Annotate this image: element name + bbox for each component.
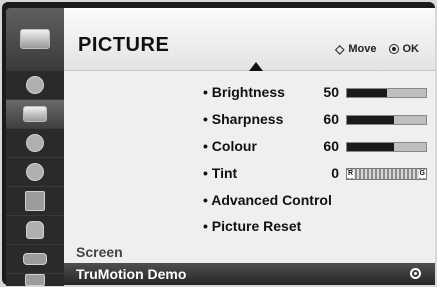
screen-section-label[interactable]: Screen	[76, 244, 123, 260]
setting-tint[interactable]: • Tint	[203, 165, 237, 181]
sharpness-bar	[346, 115, 427, 125]
tint-bar: R G	[346, 168, 427, 180]
menu-header: PICTURE ◇ Move OK	[64, 8, 435, 71]
content-area: PICTURE ◇ Move OK • Brightness 50 • Shar…	[64, 8, 435, 285]
brightness-bar-fill	[347, 89, 387, 97]
setting-advanced-control[interactable]: • Advanced Control	[203, 192, 332, 208]
sidebar-item-time[interactable]	[6, 157, 64, 186]
setting-brightness[interactable]: • Brightness	[203, 84, 285, 100]
sidebar-item-lock[interactable]	[6, 215, 64, 244]
tv-icon	[20, 29, 50, 49]
sharpness-value: 60	[323, 111, 339, 127]
colour-bar-fill	[347, 143, 395, 151]
menu-frame: PICTURE ◇ Move OK • Brightness 50 • Shar…	[2, 2, 435, 286]
ok-label: OK	[402, 43, 420, 55]
brightness-bar	[346, 88, 427, 98]
ok-button-icon	[388, 44, 399, 54]
audio-icon	[26, 134, 44, 152]
sidebar-item-channel[interactable]	[6, 70, 64, 99]
tint-red-mark: R	[347, 170, 355, 178]
sidebar-item-tv[interactable]	[6, 8, 64, 70]
radio-selected-icon	[410, 268, 421, 279]
sidebar-item-audio[interactable]	[6, 128, 64, 157]
setting-picture-reset[interactable]: • Picture Reset	[203, 218, 301, 234]
tint-value: 0	[331, 165, 339, 181]
input-plug-icon	[23, 253, 47, 265]
sharpness-bar-fill	[347, 116, 395, 124]
page-title: PICTURE	[78, 34, 170, 56]
tint-green-mark: G	[418, 170, 426, 178]
sidebar-item-usb[interactable]	[6, 273, 64, 286]
lock-icon	[26, 221, 44, 239]
move-label: Move	[348, 43, 377, 55]
calendar-icon	[25, 191, 45, 211]
colour-bar	[346, 142, 427, 152]
four-way-arrow-icon: ◇	[335, 42, 345, 56]
tv-menu: PICTURE ◇ Move OK • Brightness 50 • Shar…	[0, 0, 437, 287]
setting-sharpness[interactable]: • Sharpness	[203, 111, 283, 127]
sidebar	[6, 8, 64, 286]
sidebar-item-picture[interactable]	[6, 99, 64, 128]
brightness-value: 50	[323, 84, 339, 100]
trumotion-demo-label: TruMotion Demo	[76, 266, 187, 282]
clock-icon	[26, 163, 44, 181]
colour-value: 60	[323, 138, 339, 154]
sidebar-item-option[interactable]	[6, 186, 64, 215]
picture-icon	[23, 106, 47, 122]
trumotion-demo-row[interactable]: TruMotion Demo	[64, 263, 435, 285]
sidebar-item-input[interactable]	[6, 244, 64, 273]
usb-photo-icon	[25, 274, 45, 286]
setting-colour[interactable]: • Colour	[203, 138, 257, 154]
satellite-dish-icon	[26, 76, 44, 94]
navigation-hint: ◇ Move OK	[335, 42, 419, 56]
scroll-up-arrow-icon[interactable]	[249, 62, 263, 71]
